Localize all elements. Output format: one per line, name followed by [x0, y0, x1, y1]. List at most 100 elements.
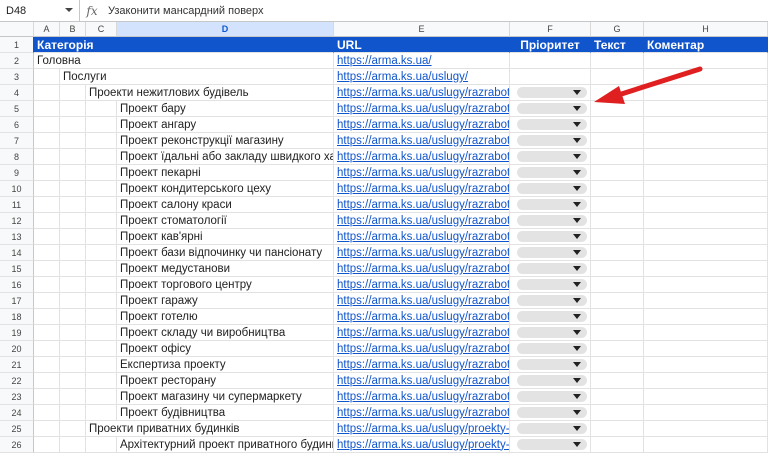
text-cell[interactable] — [591, 325, 644, 341]
comment-cell[interactable] — [644, 101, 768, 117]
comment-cell[interactable] — [644, 197, 768, 213]
name-box[interactable]: D48 — [0, 0, 80, 21]
row-number[interactable]: 13 — [0, 229, 34, 245]
priority-dropdown[interactable] — [517, 343, 587, 354]
priority-cell[interactable] — [510, 325, 591, 341]
empty-cell[interactable] — [34, 117, 60, 133]
category-cell[interactable]: Проект реконструкції магазину — [117, 133, 334, 149]
empty-cell[interactable] — [34, 149, 60, 165]
row-number[interactable]: 22 — [0, 373, 34, 389]
priority-cell[interactable] — [510, 293, 591, 309]
row-number[interactable]: 9 — [0, 165, 34, 181]
priority-cell[interactable] — [510, 165, 591, 181]
dropdown-arrow-icon[interactable] — [573, 314, 581, 319]
row-number[interactable]: 6 — [0, 117, 34, 133]
priority-cell[interactable] — [510, 101, 591, 117]
empty-cell[interactable] — [34, 133, 60, 149]
category-cell[interactable]: Проект офісу — [117, 341, 334, 357]
priority-dropdown[interactable] — [517, 247, 587, 258]
comment-cell[interactable] — [644, 341, 768, 357]
priority-cell[interactable] — [510, 405, 591, 421]
category-cell[interactable]: Проект готелю — [117, 309, 334, 325]
text-cell[interactable] — [591, 405, 644, 421]
empty-cell[interactable] — [34, 277, 60, 293]
priority-cell[interactable] — [510, 421, 591, 437]
dropdown-arrow-icon[interactable] — [573, 282, 581, 287]
dropdown-arrow-icon[interactable] — [573, 250, 581, 255]
comment-cell[interactable] — [644, 85, 768, 101]
comment-cell[interactable] — [644, 293, 768, 309]
url-link[interactable]: https://arma.ks.ua/uslugy/razrabotka- — [334, 309, 510, 325]
url-link[interactable]: https://arma.ks.ua/uslugy/razrabotka- — [334, 357, 510, 373]
text-cell[interactable] — [591, 229, 644, 245]
priority-dropdown[interactable] — [517, 263, 587, 274]
empty-cell[interactable] — [60, 117, 86, 133]
empty-cell[interactable] — [86, 245, 117, 261]
header-priority[interactable]: Пріоритет — [510, 37, 591, 53]
comment-cell[interactable] — [644, 389, 768, 405]
priority-cell[interactable] — [510, 53, 591, 69]
category-cell[interactable]: Проект магазину чи супермаркету — [117, 389, 334, 405]
priority-cell[interactable] — [510, 373, 591, 389]
priority-dropdown[interactable] — [517, 295, 587, 306]
category-cell[interactable]: Проект кав'ярні — [117, 229, 334, 245]
empty-cell[interactable] — [86, 165, 117, 181]
priority-cell[interactable] — [510, 389, 591, 405]
priority-dropdown[interactable] — [517, 167, 587, 178]
empty-cell[interactable] — [60, 309, 86, 325]
text-cell[interactable] — [591, 437, 644, 453]
row-number[interactable]: 5 — [0, 101, 34, 117]
priority-dropdown[interactable] — [517, 151, 587, 162]
priority-cell[interactable] — [510, 245, 591, 261]
empty-cell[interactable] — [60, 357, 86, 373]
priority-cell[interactable] — [510, 341, 591, 357]
priority-cell[interactable] — [510, 69, 591, 85]
formula-input[interactable]: Узаконити мансардний поверх — [104, 5, 264, 17]
empty-cell[interactable] — [34, 341, 60, 357]
empty-cell[interactable] — [60, 229, 86, 245]
url-link[interactable]: https://arma.ks.ua/uslugy/razrabotka- — [334, 85, 510, 101]
url-link[interactable]: https://arma.ks.ua/uslugy/proekty-cha — [334, 421, 510, 437]
dropdown-arrow-icon[interactable] — [573, 362, 581, 367]
text-cell[interactable] — [591, 341, 644, 357]
empty-cell[interactable] — [86, 133, 117, 149]
comment-cell[interactable] — [644, 229, 768, 245]
empty-cell[interactable] — [86, 197, 117, 213]
comment-cell[interactable] — [644, 213, 768, 229]
category-cell[interactable]: Послуги — [60, 69, 334, 85]
column-header-d[interactable]: D — [117, 22, 334, 37]
url-link[interactable]: https://arma.ks.ua/uslugy/razrabotka- — [334, 181, 510, 197]
empty-cell[interactable] — [34, 421, 60, 437]
empty-cell[interactable] — [60, 101, 86, 117]
url-link[interactable]: https://arma.ks.ua/uslugy/razrabotka- — [334, 197, 510, 213]
empty-cell[interactable] — [60, 373, 86, 389]
priority-dropdown[interactable] — [517, 231, 587, 242]
text-cell[interactable] — [591, 277, 644, 293]
category-cell[interactable]: Проекти нежитлових будівель — [86, 85, 334, 101]
dropdown-arrow-icon[interactable] — [573, 234, 581, 239]
text-cell[interactable] — [591, 309, 644, 325]
url-link[interactable]: https://arma.ks.ua/uslugy/razrabotka- — [334, 213, 510, 229]
empty-cell[interactable] — [60, 245, 86, 261]
dropdown-arrow-icon[interactable] — [573, 394, 581, 399]
priority-cell[interactable] — [510, 85, 591, 101]
category-cell[interactable]: Проект торгового центру — [117, 277, 334, 293]
empty-cell[interactable] — [60, 181, 86, 197]
priority-dropdown[interactable] — [517, 439, 587, 450]
row-number[interactable]: 26 — [0, 437, 34, 453]
url-link[interactable]: https://arma.ks.ua/uslugy/razrabotka- — [334, 341, 510, 357]
text-cell[interactable] — [591, 117, 644, 133]
url-link[interactable]: https://arma.ks.ua/uslugy/proekty-cha — [334, 437, 510, 453]
row-number[interactable]: 23 — [0, 389, 34, 405]
text-cell[interactable] — [591, 293, 644, 309]
priority-dropdown[interactable] — [517, 311, 587, 322]
header-category[interactable]: Категорія — [34, 37, 334, 53]
empty-cell[interactable] — [34, 85, 60, 101]
row-number[interactable]: 19 — [0, 325, 34, 341]
empty-cell[interactable] — [34, 389, 60, 405]
url-link[interactable]: https://arma.ks.ua/uslugy/razrabotka- — [334, 261, 510, 277]
url-link[interactable]: https://arma.ks.ua/uslugy/razrabotka- — [334, 277, 510, 293]
comment-cell[interactable] — [644, 373, 768, 389]
text-cell[interactable] — [591, 149, 644, 165]
row-number[interactable]: 4 — [0, 85, 34, 101]
